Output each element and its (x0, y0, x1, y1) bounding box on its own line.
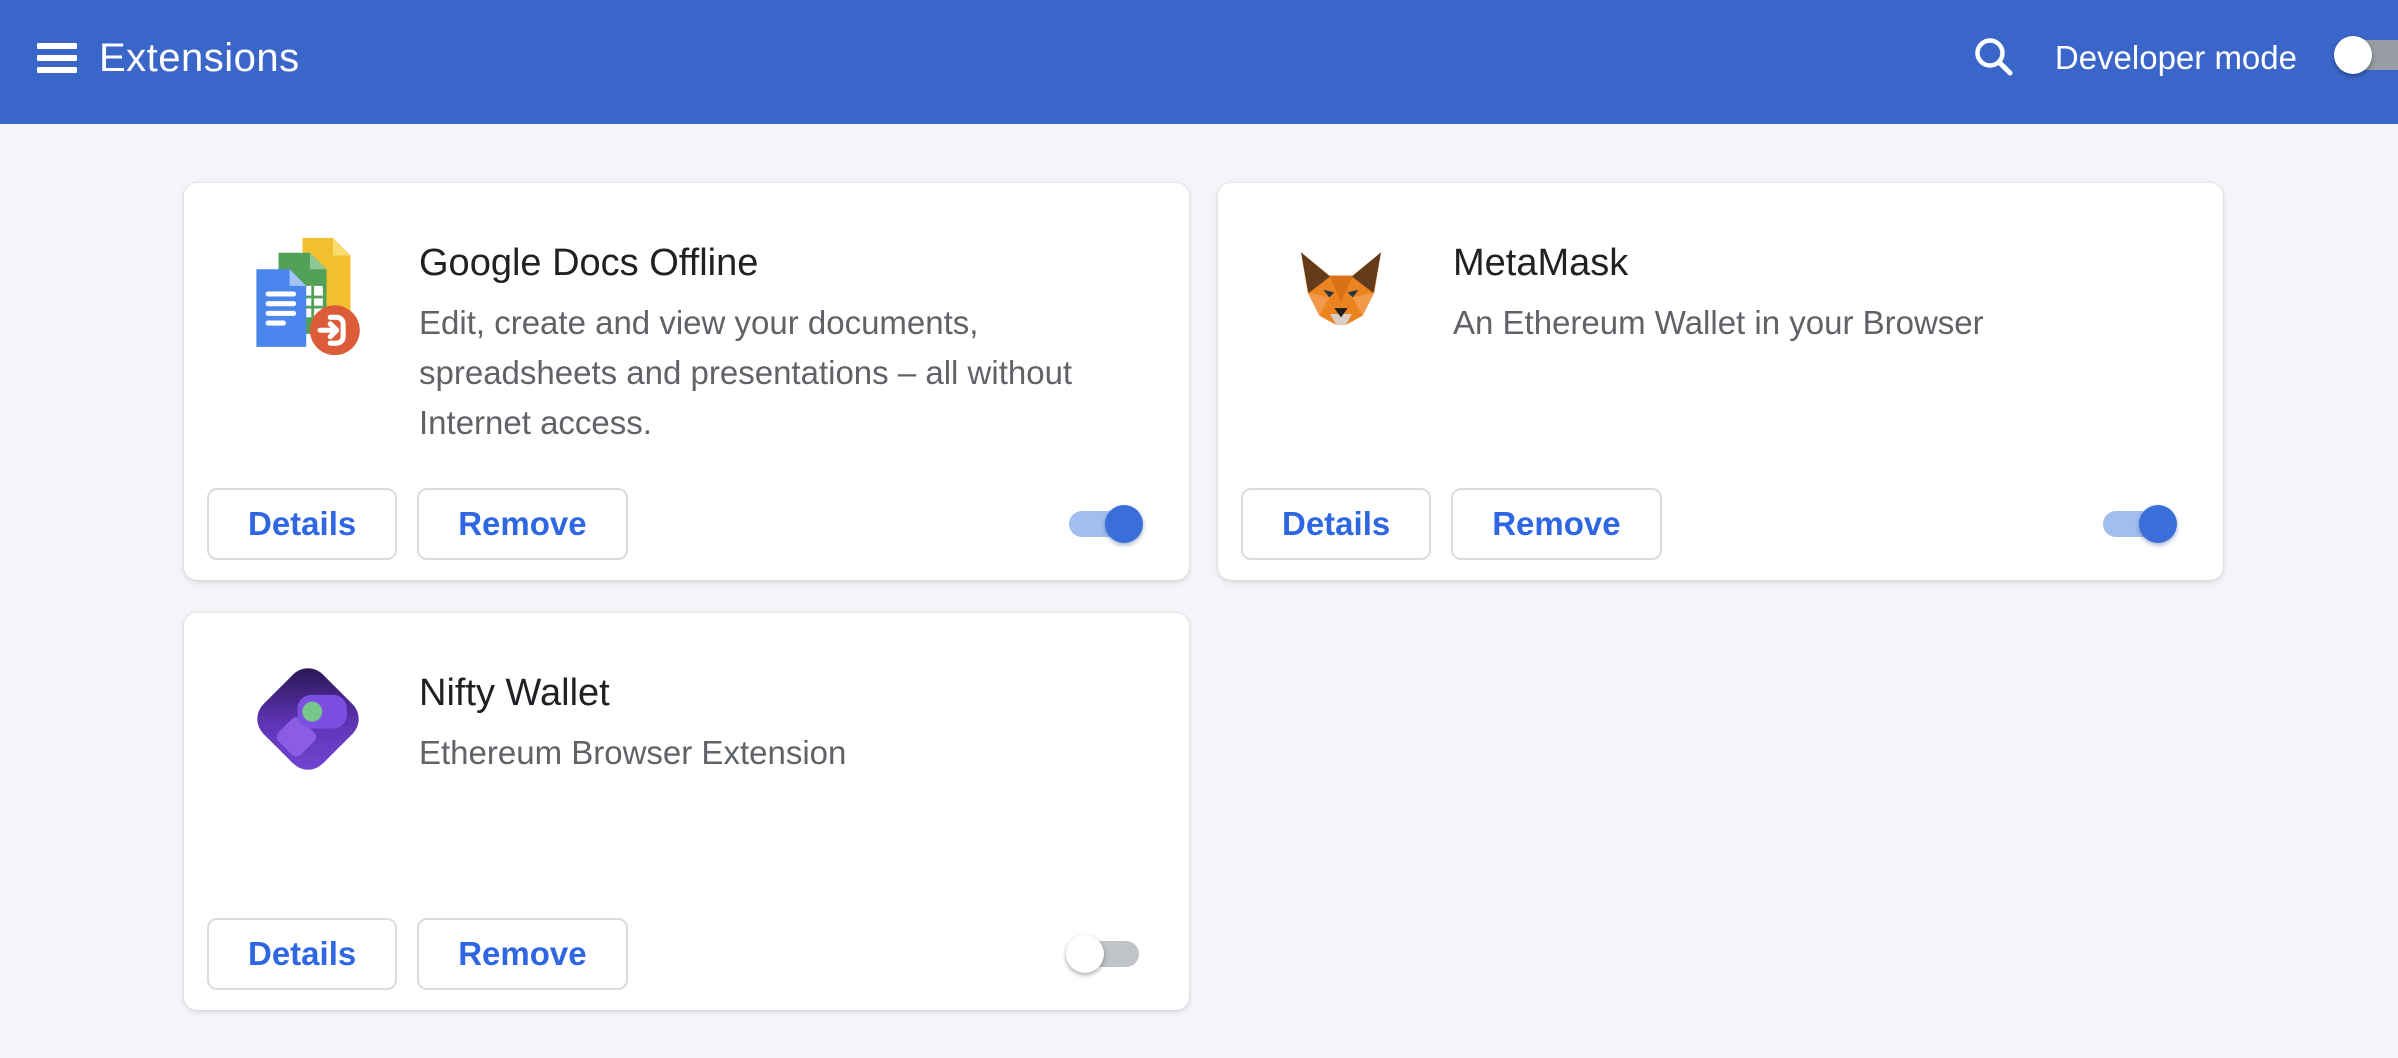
toggle-knob (2334, 36, 2372, 74)
extension-name: Google Docs Offline (419, 240, 1099, 286)
details-button[interactable]: Details (207, 918, 397, 990)
extension-description: An Ethereum Wallet in your Browser (1453, 298, 1984, 348)
remove-button[interactable]: Remove (417, 488, 627, 560)
metamask-fox-icon (1283, 232, 1403, 367)
extension-enabled-toggle[interactable] (1069, 505, 1139, 543)
extension-enabled-toggle[interactable] (2103, 505, 2173, 543)
extension-description: Edit, create and view your documents, sp… (419, 298, 1099, 448)
page-title: Extensions (99, 36, 300, 81)
main-menu-icon[interactable] (37, 43, 77, 73)
nifty-wallet-icon (249, 662, 369, 797)
toggle-knob (2139, 505, 2177, 543)
toggle-knob (1066, 935, 1104, 973)
extension-name: Nifty Wallet (419, 670, 846, 716)
details-button[interactable]: Details (207, 488, 397, 560)
developer-mode-label: Developer mode (2055, 39, 2297, 77)
extension-card-metamask: MetaMask An Ethereum Wallet in your Brow… (1218, 183, 2223, 580)
app-header: Extensions Developer mode (0, 0, 2398, 124)
extension-enabled-toggle[interactable] (1069, 935, 1139, 973)
search-icon[interactable] (1971, 35, 2017, 81)
extension-card-google-docs-offline: Google Docs Offline Edit, create and vie… (184, 183, 1189, 580)
extension-card-nifty-wallet: Nifty Wallet Ethereum Browser Extension … (184, 613, 1189, 1010)
developer-mode-toggle[interactable] (2334, 36, 2398, 74)
remove-button[interactable]: Remove (417, 918, 627, 990)
extensions-grid: Google Docs Offline Edit, create and vie… (0, 124, 2398, 1010)
remove-button[interactable]: Remove (1451, 488, 1661, 560)
google-docs-offline-icon (249, 232, 369, 367)
extension-name: MetaMask (1453, 240, 1984, 286)
toggle-knob (1105, 505, 1143, 543)
details-button[interactable]: Details (1241, 488, 1431, 560)
extension-description: Ethereum Browser Extension (419, 728, 846, 778)
